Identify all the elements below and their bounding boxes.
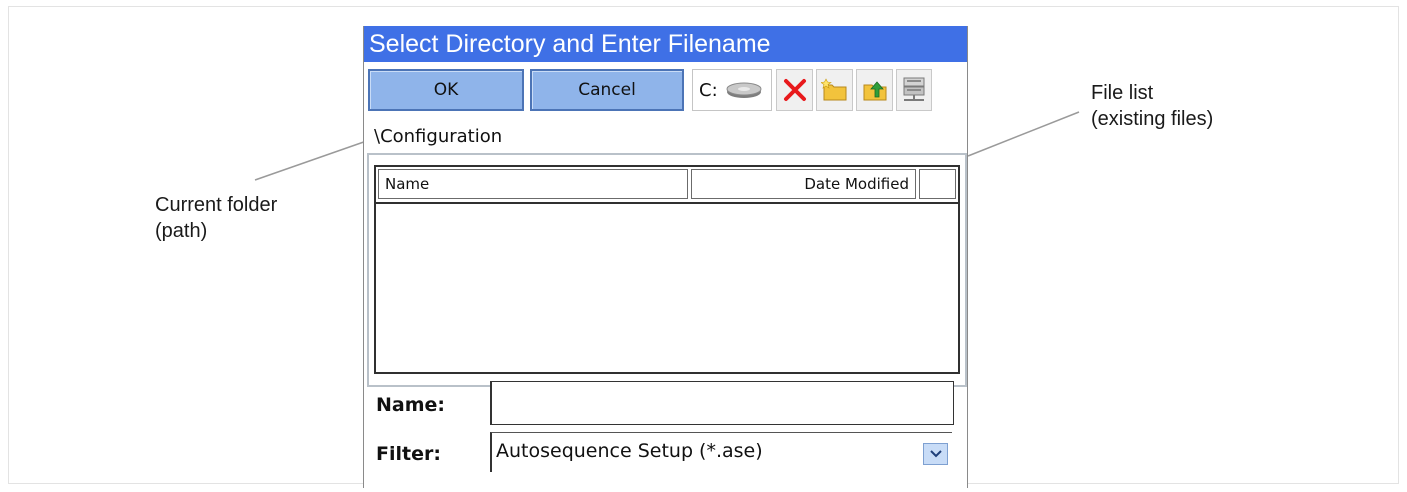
delete-icon (783, 79, 806, 101)
drive-label: C: (699, 79, 718, 101)
annotation-current-folder-line2: (path) (155, 220, 208, 242)
new-folder-button[interactable] (816, 69, 853, 111)
cancel-button[interactable]: Cancel (530, 69, 684, 111)
current-path: \Configuration (374, 126, 503, 147)
annotation-file-list-line2: (existing files) (1091, 108, 1214, 130)
network-button[interactable] (896, 69, 932, 111)
chevron-down-icon (929, 450, 942, 458)
network-icon (903, 77, 925, 101)
column-header-extra[interactable] (919, 169, 956, 199)
column-header-date-modified[interactable]: Date Modified (691, 169, 916, 199)
file-dialog: Select Directory and Enter Filename OK C… (363, 26, 968, 488)
annotation-file-list: File list (existing files) (1091, 80, 1213, 132)
annotation-current-folder-line1: Current folder (155, 194, 278, 216)
filter-dropdown-button[interactable] (923, 443, 948, 465)
column-header-name[interactable]: Name (378, 169, 688, 199)
file-list[interactable]: Name Date Modified (374, 165, 960, 374)
drive-icon (726, 82, 762, 98)
filter-selected-value: Autosequence Setup (*.ase) (496, 440, 763, 462)
annotation-current-folder: Current folder (path) (155, 192, 277, 244)
name-label: Name: (376, 394, 446, 416)
ok-button[interactable]: OK (368, 69, 524, 111)
file-list-header: Name Date Modified (376, 167, 958, 204)
dialog-title: Select Directory and Enter Filename (364, 26, 967, 62)
up-folder-button[interactable] (856, 69, 893, 111)
filter-label: Filter: (376, 443, 441, 465)
new-folder-icon (820, 78, 846, 101)
filename-input[interactable] (490, 381, 954, 425)
drive-selector[interactable]: C: (692, 69, 772, 111)
delete-button[interactable] (776, 69, 813, 111)
filter-dropdown[interactable]: Autosequence Setup (*.ase) (490, 432, 952, 472)
annotation-file-list-line1: File list (1091, 82, 1154, 104)
up-folder-icon (863, 81, 886, 101)
